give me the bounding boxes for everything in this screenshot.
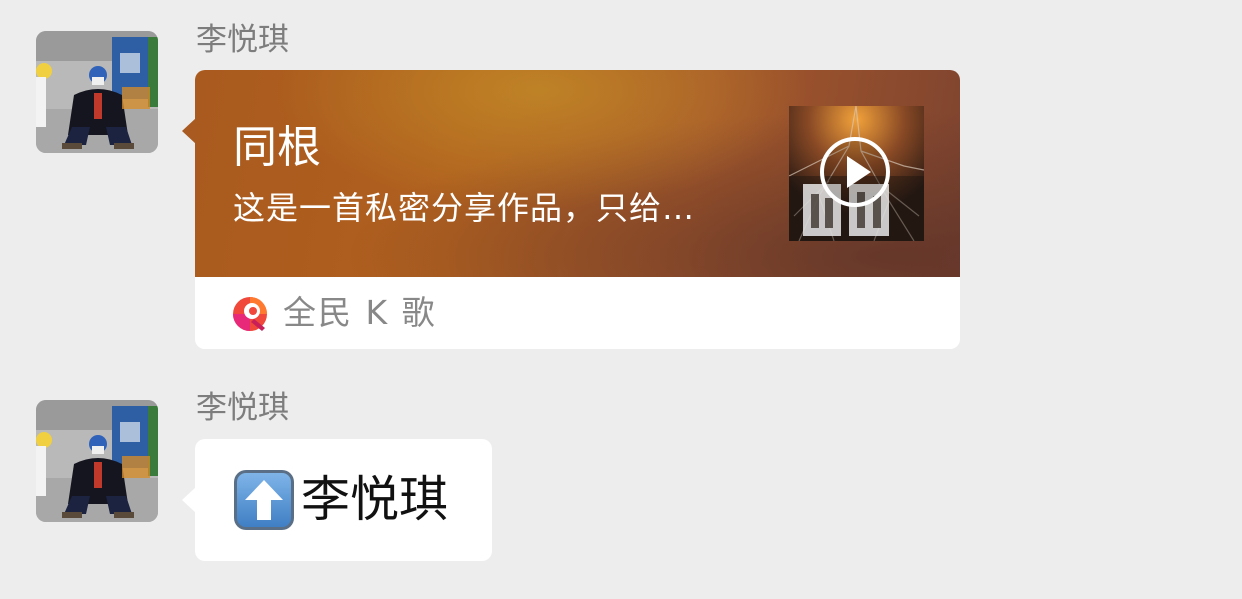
app-name: 全民 K 歌 <box>283 293 437 332</box>
song-title: 同根 <box>233 122 321 173</box>
sender-name: 李悦琪 <box>196 22 289 58</box>
quanmin-kge-logo-icon <box>231 295 269 333</box>
bubble-tail <box>182 118 196 144</box>
avatar-photo <box>36 31 158 153</box>
play-icon[interactable] <box>789 106 924 241</box>
card-header: 同根 这是一首私密分享作品，只给… <box>195 70 960 277</box>
album-cover[interactable] <box>789 106 924 241</box>
message-text: 李悦琪 <box>301 471 449 528</box>
avatar[interactable] <box>36 400 158 522</box>
sender-name: 李悦琪 <box>196 390 289 426</box>
bubble-tail <box>182 487 196 513</box>
text-message-bubble[interactable]: 李悦琪 <box>182 439 492 561</box>
card-footer: 全民 K 歌 <box>195 277 960 349</box>
avatar[interactable] <box>36 31 158 153</box>
avatar-photo <box>36 400 158 522</box>
chat-view: 李悦琪 同根 这是一首私密分享作品，只给… 全民 K 歌 李悦琪 李悦琪 <box>0 0 1242 599</box>
music-share-card[interactable]: 同根 这是一首私密分享作品，只给… 全民 K 歌 <box>182 70 960 349</box>
up-arrow-emoji-icon <box>233 469 295 531</box>
song-description: 这是一首私密分享作品，只给… <box>233 189 696 227</box>
